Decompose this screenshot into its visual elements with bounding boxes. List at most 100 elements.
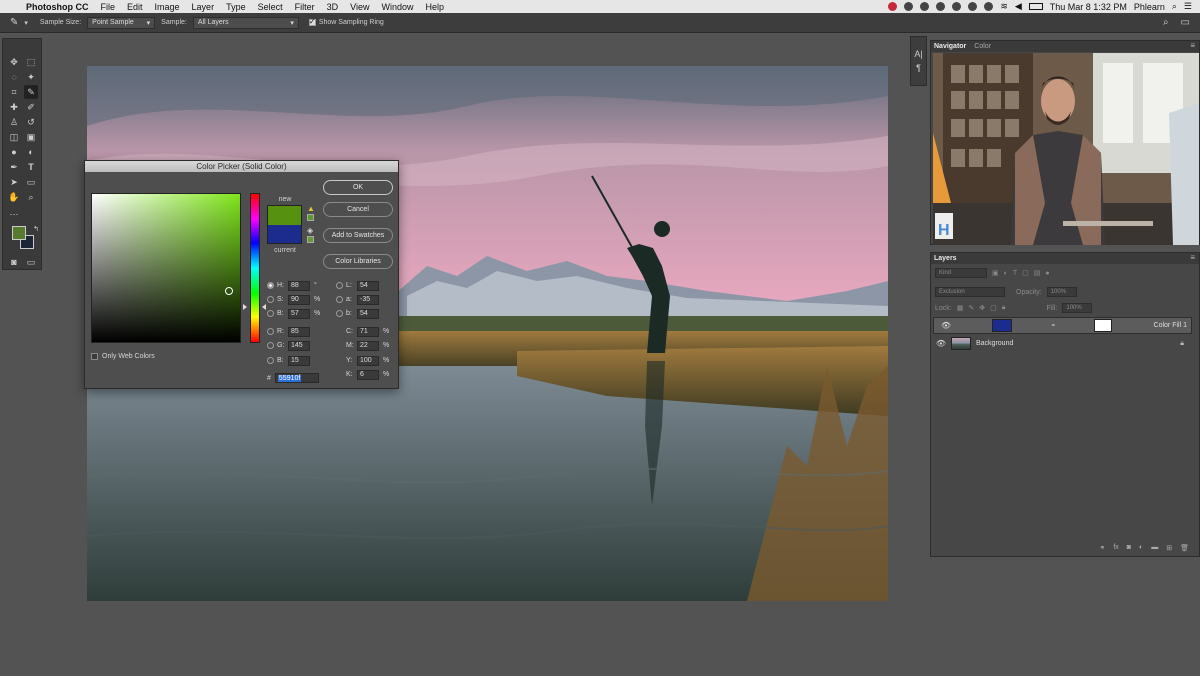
brush-tool-icon[interactable]: ✐ — [24, 100, 38, 114]
hue-radio[interactable] — [267, 282, 274, 289]
path-selection-tool-icon[interactable]: ➤ — [7, 175, 21, 189]
cancel-button[interactable]: Cancel — [323, 202, 393, 217]
eraser-tool-icon[interactable]: ◫ — [7, 130, 21, 144]
gradient-tool-icon[interactable]: ▣ — [24, 130, 38, 144]
magenta-field[interactable]: 22 — [357, 340, 379, 351]
search-icon[interactable]: ⌕ — [1163, 17, 1169, 28]
navigator-preview[interactable]: H — [933, 53, 1199, 245]
menu-select[interactable]: Select — [258, 2, 283, 12]
cyan-field[interactable]: 71 — [357, 326, 379, 337]
ok-button[interactable]: OK — [323, 180, 393, 195]
lab-b-field[interactable]: 54 — [357, 308, 379, 319]
web-safe-swatch[interactable] — [307, 236, 314, 243]
battery-icon[interactable] — [1028, 3, 1043, 10]
hue-slider[interactable] — [250, 193, 260, 343]
app-menu[interactable]: Photoshop CC — [26, 2, 89, 12]
eyedropper-tool-icon[interactable]: ✎ — [24, 85, 38, 99]
clock[interactable]: Thu Mar 8 1:32 PM — [1050, 2, 1127, 12]
fill-layer-thumbnail[interactable] — [992, 319, 1013, 332]
wifi-icon[interactable]: ≋ — [1000, 1, 1008, 12]
sampling-ring-checkbox[interactable] — [308, 17, 316, 26]
new-layer-icon[interactable]: ⊞ — [1166, 544, 1172, 552]
clone-stamp-tool-icon[interactable]: ♙ — [7, 115, 21, 129]
type-filter-icon[interactable]: T — [1013, 270, 1017, 277]
red-field[interactable]: 85 — [288, 326, 310, 337]
tab-layers[interactable]: Layers — [934, 255, 957, 262]
history-brush-tool-icon[interactable]: ↺ — [24, 115, 38, 129]
menu-view[interactable]: View — [350, 2, 369, 12]
lab-a-radio[interactable] — [336, 296, 343, 303]
adjustment-filter-icon[interactable]: ◐ — [1004, 270, 1008, 277]
gamut-warning-icon[interactable]: ▲ — [307, 204, 315, 213]
volume-icon[interactable]: ◀ — [1015, 1, 1022, 12]
more-tools-icon[interactable]: ⋯ — [7, 207, 21, 221]
sample-size-select[interactable]: Point Sample ▾ — [87, 16, 156, 29]
menu-image[interactable]: Image — [155, 2, 180, 12]
lock-image-icon[interactable]: ✎ — [968, 304, 974, 312]
lock-all-icon[interactable]: 🔒︎ — [1002, 304, 1006, 312]
delete-layer-icon[interactable]: 🗑︎ — [1180, 544, 1189, 552]
menu-window[interactable]: Window — [381, 2, 413, 12]
lock-position-icon[interactable]: ✥ — [979, 304, 985, 312]
layer-name[interactable]: Color Fill 1 — [1154, 322, 1187, 329]
add-mask-icon[interactable]: ◙ — [1127, 544, 1131, 552]
menu-filter[interactable]: Filter — [295, 2, 315, 12]
layer-row-background[interactable]: 👁︎ Background 🔒︎ — [933, 335, 1192, 352]
hue-field[interactable]: 88 — [288, 280, 310, 291]
time-machine-icon[interactable] — [968, 2, 978, 11]
color-selection-marker[interactable] — [225, 287, 233, 295]
pen-tool-icon[interactable]: ✒ — [7, 160, 21, 174]
marquee-tool-icon[interactable]: ⬚ — [24, 55, 38, 69]
sample-select[interactable]: All Layers ▾ — [192, 16, 299, 29]
quick-mask-icon[interactable]: ◙ — [7, 255, 21, 269]
panel-menu-icon[interactable]: ≡ — [1190, 253, 1195, 262]
color-libraries-button[interactable]: Color Libraries — [323, 254, 393, 269]
record-icon[interactable] — [888, 2, 898, 11]
background-layer-thumbnail[interactable] — [951, 337, 971, 350]
blend-mode-select[interactable]: Exclusion — [935, 287, 1005, 297]
menu-help[interactable]: Help — [425, 2, 444, 12]
blue-field[interactable]: 15 — [288, 355, 310, 366]
spotlight-icon[interactable]: ⌕ — [1172, 1, 1177, 12]
lab-l-radio[interactable] — [336, 282, 343, 289]
swap-colors-icon[interactable]: ↰ — [29, 223, 43, 237]
visibility-eye-icon[interactable]: 👁︎ — [935, 339, 947, 348]
healing-brush-tool-icon[interactable]: ✚ — [7, 100, 21, 114]
menu-3d[interactable]: 3D — [327, 2, 339, 12]
shape-tool-icon[interactable]: ▭ — [24, 175, 38, 189]
panel-menu-icon[interactable]: ≡ — [1190, 41, 1195, 50]
out-of-gamut-swatch[interactable] — [307, 214, 314, 221]
black-field[interactable]: 6 — [357, 369, 379, 380]
saturation-radio[interactable] — [267, 296, 274, 303]
sampling-ring-toggle[interactable]: Show Sampling Ring — [308, 17, 384, 26]
green-radio[interactable] — [267, 342, 274, 349]
tray-icon[interactable] — [904, 2, 914, 11]
tray-icon[interactable] — [920, 2, 930, 11]
new-group-icon[interactable]: ▬ — [1151, 544, 1158, 552]
visibility-eye-icon[interactable]: 👁︎ — [940, 321, 952, 330]
lock-artboard-icon[interactable]: ▢ — [990, 304, 997, 312]
menu-edit[interactable]: Edit — [127, 2, 143, 12]
add-to-swatches-button[interactable]: Add to Swatches — [323, 228, 393, 243]
layer-mask-thumbnail[interactable] — [1094, 319, 1113, 332]
shape-filter-icon[interactable]: ▢ — [1022, 269, 1029, 277]
tool-preset-chevron-icon[interactable]: ▾ — [24, 19, 28, 27]
brightness-field[interactable]: 57 — [288, 308, 310, 319]
hue-slider-left-arrow-icon[interactable] — [243, 304, 247, 310]
green-field[interactable]: 145 — [288, 340, 310, 351]
link-layers-icon[interactable]: ⚭ — [1099, 544, 1105, 552]
bluetooth-icon[interactable] — [984, 2, 994, 11]
screen-mode-icon[interactable]: ▭ — [24, 255, 38, 269]
magic-wand-tool-icon[interactable]: ✦ — [24, 70, 38, 84]
web-safe-warning-icon[interactable]: ◈ — [307, 226, 313, 235]
layer-style-icon[interactable]: fx — [1113, 544, 1118, 552]
menu-file[interactable]: File — [101, 2, 116, 12]
smart-object-filter-icon[interactable]: ▤ — [1034, 269, 1041, 277]
menu-layer[interactable]: Layer — [192, 2, 215, 12]
type-tool-icon[interactable]: T — [24, 160, 38, 174]
only-web-colors-checkbox[interactable] — [91, 353, 98, 360]
fill-field[interactable]: 100% — [1062, 303, 1093, 313]
lab-b-radio[interactable] — [336, 310, 343, 317]
hex-field[interactable]: 55910f — [274, 373, 319, 383]
lasso-tool-icon[interactable]: ◌ — [7, 70, 21, 84]
